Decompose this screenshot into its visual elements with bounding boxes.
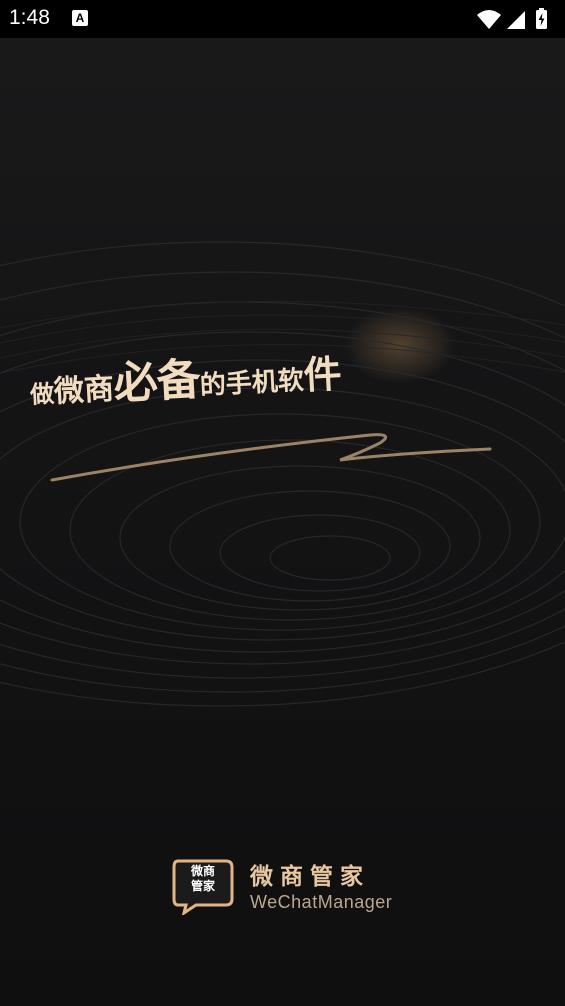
- wifi-icon: [477, 10, 501, 29]
- battery-charging-icon: [536, 8, 547, 29]
- tagline-part4: 的手机软: [199, 365, 305, 402]
- splash-screen: 1:48 A 做微商必备的手机软件 微商 管家 微商管家 WeChatManag…: [0, 0, 565, 1006]
- status-time: 1:48: [9, 6, 50, 29]
- logo-badge-text: 微商 管家: [181, 864, 225, 894]
- tagline-part2: 微商: [53, 371, 115, 410]
- app-logo: 微商 管家 微商管家 WeChatManager: [172, 853, 412, 923]
- brush-underline: [50, 433, 492, 482]
- tagline-part5: 件: [302, 351, 343, 398]
- notification-a-glyph: A: [75, 11, 85, 25]
- status-icons: [475, 7, 555, 31]
- logo-badge-line2: 管家: [190, 879, 215, 893]
- notification-a-icon: A: [72, 10, 88, 26]
- status-bar: 1:48 A: [0, 0, 565, 38]
- logo-badge-line1: 微商: [190, 864, 215, 878]
- signal-icon: [507, 11, 525, 29]
- tagline-part1: 做: [29, 379, 55, 409]
- logo-name: 微商管家: [250, 864, 370, 890]
- tagline-part3: 必备: [112, 354, 201, 410]
- logo-name-en: WeChatManager: [250, 892, 393, 912]
